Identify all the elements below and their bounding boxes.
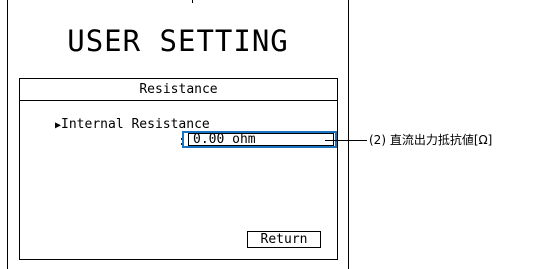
resistance-panel: Resistance ▶Internal Resistance : 0.00 o… xyxy=(19,78,338,260)
panel-header: Resistance xyxy=(20,79,337,101)
internal-resistance-value-field[interactable]: 0.00 ohm xyxy=(182,131,337,148)
internal-resistance-value[interactable]: 0.00 ohm xyxy=(188,133,334,146)
annotation-leader-line xyxy=(325,140,367,141)
device-screen: USER SETTING Resistance ▶Internal Resist… xyxy=(7,0,349,269)
internal-resistance-label: Internal Resistance xyxy=(61,117,210,132)
page-title: USER SETTING xyxy=(67,24,289,58)
return-button[interactable]: Return xyxy=(247,231,321,248)
top-tick-mark xyxy=(192,0,193,3)
annotation-label: (2) 直流出力抵抗値[Ω] xyxy=(369,133,493,147)
internal-resistance-row[interactable]: ▶Internal Resistance xyxy=(55,117,210,132)
